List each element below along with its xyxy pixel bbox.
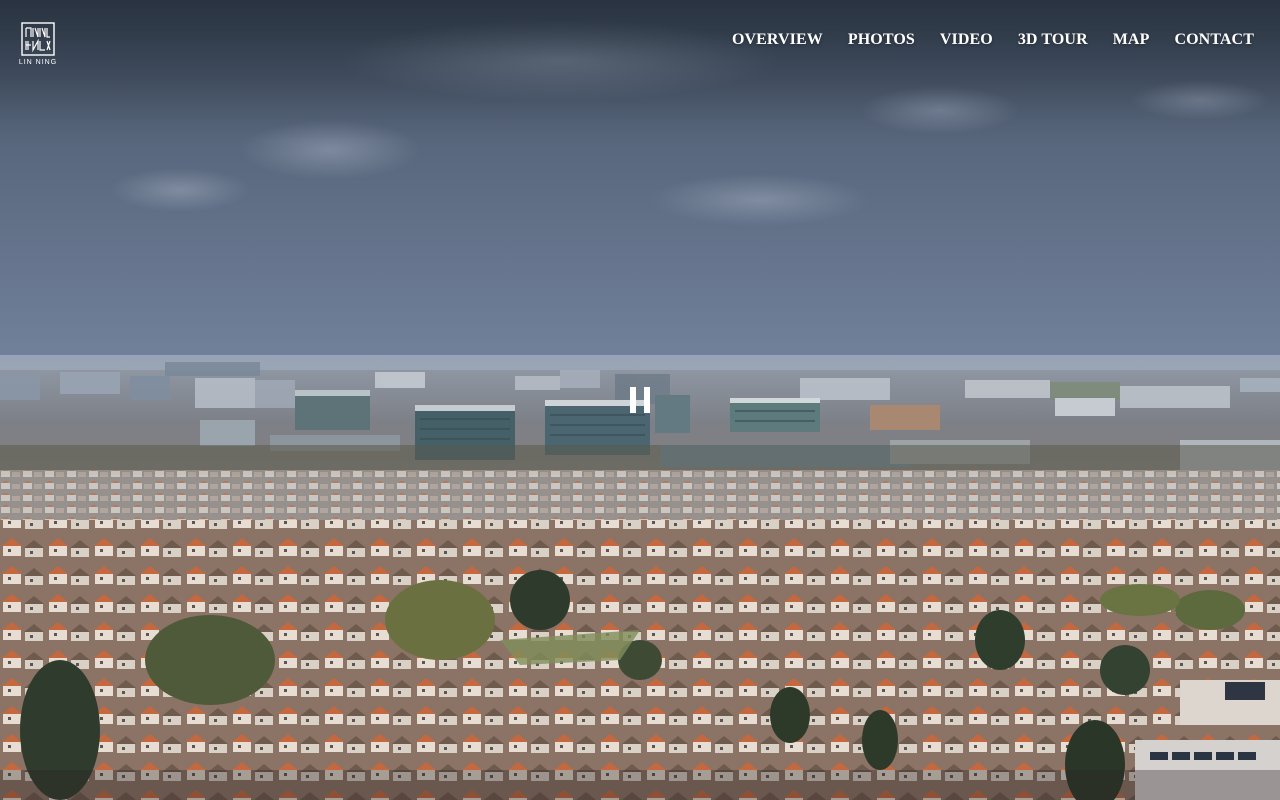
nav-photos[interactable]: PHOTOS	[848, 31, 915, 49]
video-pause-button[interactable]	[626, 384, 654, 416]
lin-ning-logo-icon	[21, 22, 55, 56]
brand-name: LIN NING	[18, 59, 58, 66]
nav-3d-tour[interactable]: 3D TOUR	[1018, 31, 1088, 49]
nav-overview[interactable]: OVERVIEW	[732, 31, 823, 49]
nav-video[interactable]: VIDEO	[940, 31, 993, 49]
nav-contact[interactable]: CONTACT	[1174, 31, 1254, 49]
hero-video[interactable]: LIN NING OVERVIEW PHOTOS VIDEO 3D TOUR M…	[0, 0, 1280, 800]
nav-map[interactable]: MAP	[1113, 31, 1150, 49]
pause-icon	[630, 387, 650, 413]
main-nav: OVERVIEW PHOTOS VIDEO 3D TOUR MAP CONTAC…	[732, 31, 1254, 49]
brand-logo[interactable]: LIN NING	[18, 22, 58, 66]
